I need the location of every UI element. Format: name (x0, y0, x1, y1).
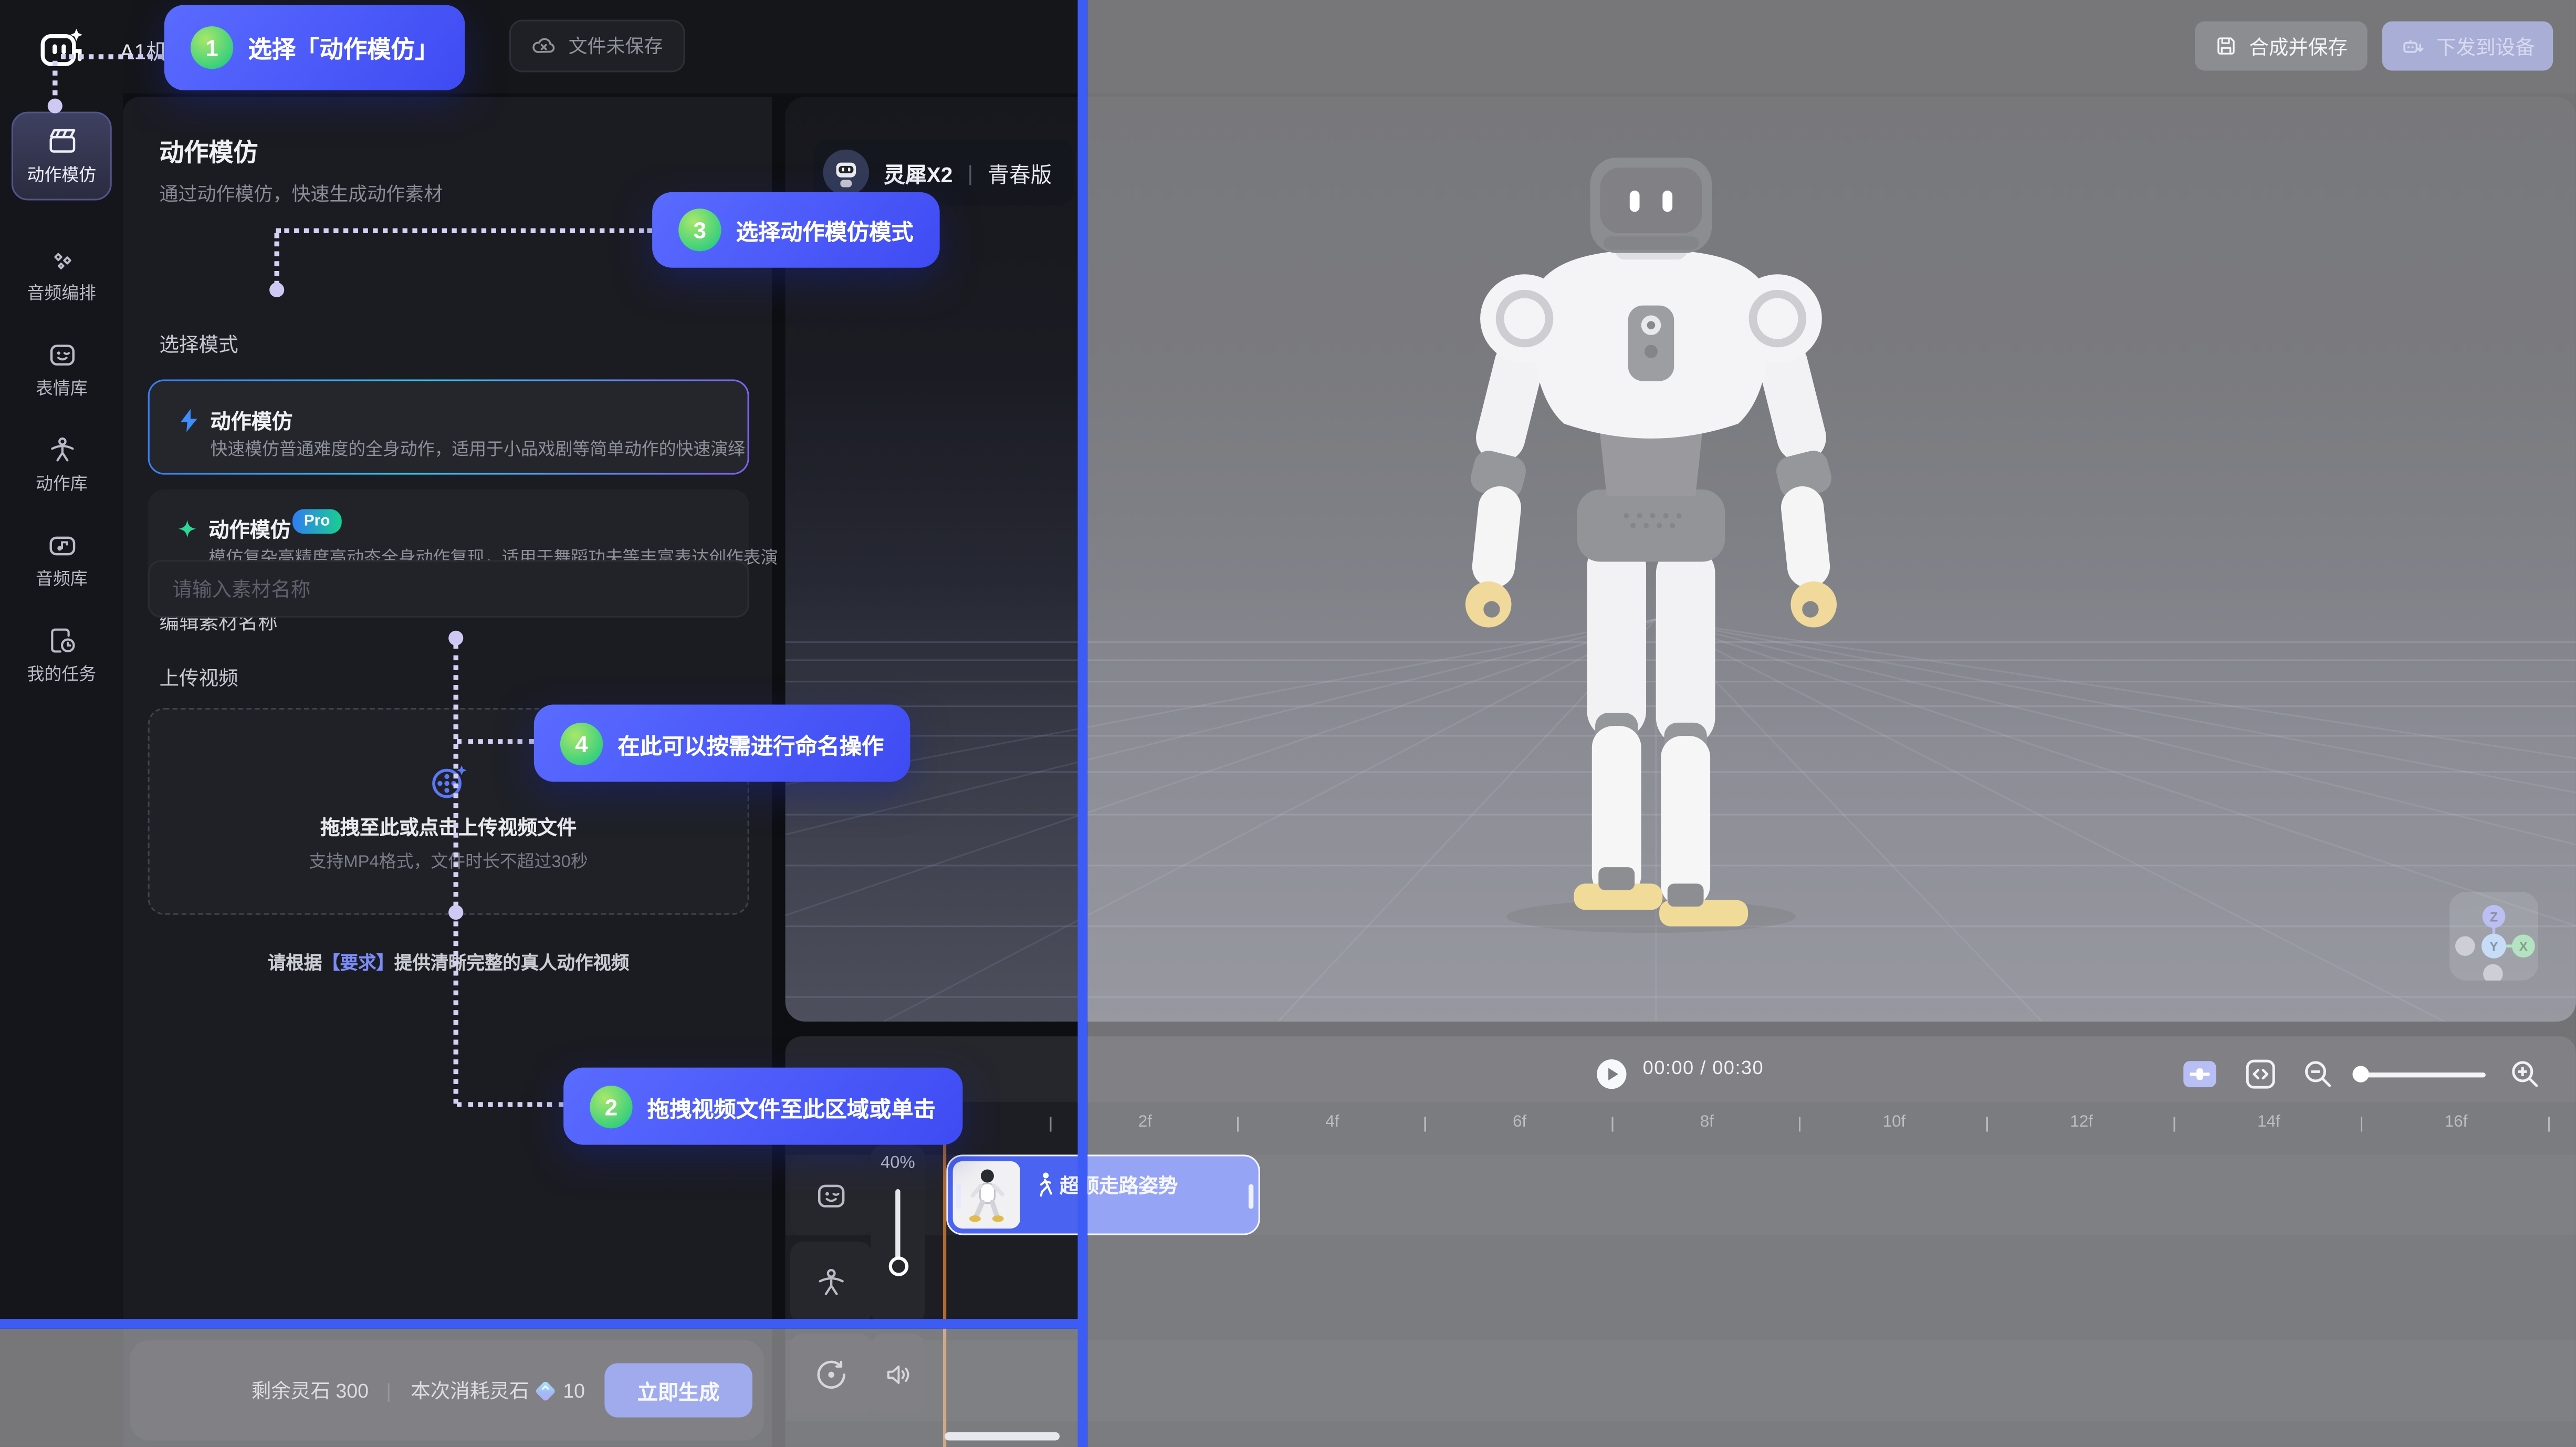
music-box-icon (45, 529, 78, 562)
upload-video-label: 上传视频 (159, 663, 238, 691)
model-name: 灵犀X2 (884, 157, 952, 188)
connector-upload-vertical (454, 644, 458, 1104)
upload-requirement-note: 请根据【要求】提供清晰完整的真人动作视频 (148, 949, 749, 975)
tooltip-step-number: 3 (678, 209, 721, 251)
tooltip-text: 选择「动作模仿」 (248, 30, 438, 65)
clapperboard-icon (45, 125, 78, 158)
body-track-button[interactable] (790, 1242, 872, 1324)
star-sparkle-icon (174, 516, 201, 542)
person-icon (45, 434, 78, 467)
tooltip-step-number: 1 (191, 26, 233, 69)
file-unsaved-label: 文件未保存 (569, 33, 663, 59)
mode-card-title: 动作模仿 (210, 404, 292, 435)
tooltip-text: 选择动作模仿模式 (736, 214, 914, 247)
task-clock-icon (45, 624, 78, 657)
mode-card-desc: 快速模仿普通难度的全身动作，适用于小品戏剧等简单动作的快速演绎 (210, 437, 745, 462)
sidebar-item-expression-library[interactable]: 表情库 (12, 325, 112, 414)
material-name-input[interactable] (148, 560, 749, 617)
robot-face-icon (45, 338, 78, 371)
sidebar-nav: 动作模仿 音频编排 表情库 动作库 (0, 93, 123, 1447)
cloud-x-icon (531, 33, 557, 59)
model-avatar (823, 150, 870, 196)
mode-card-standard[interactable]: 动作模仿 快速模仿普通难度的全身动作，适用于小品戏剧等简单动作的快速演绎 (148, 379, 749, 474)
tutorial-tooltip-1: 1 选择「动作模仿」 (164, 5, 465, 90)
sidebar-label: 动作库 (36, 471, 88, 496)
connector-name-horizontal (457, 739, 534, 744)
upload-sub-text: 支持MP4格式，文件时长不超过30秒 (150, 849, 748, 874)
sidebar-item-motion-imitation[interactable]: 动作模仿 (12, 112, 112, 201)
clip-left-handle[interactable] (956, 1184, 961, 1209)
connector-logo-horizontal (61, 54, 163, 59)
tooltip-text: 拖拽视频文件至此区域或单击 (647, 1090, 936, 1123)
panel-subtitle: 通过动作模仿，快速生成动作素材 (159, 181, 443, 207)
track-zoom-value: 40% (871, 1153, 925, 1173)
badge-divider: | (968, 160, 973, 185)
app-logo-robot-icon (39, 26, 83, 69)
walking-person-icon (1033, 1171, 1056, 1199)
expression-track-icon (813, 1177, 850, 1213)
track-zoom-slider-handle[interactable] (888, 1256, 908, 1276)
tutorial-guide-line-horizontal (0, 1319, 1077, 1328)
file-unsaved-button[interactable]: 文件未保存 (509, 20, 684, 72)
connector-dropzone-horizontal (457, 1102, 563, 1107)
expression-track-button[interactable] (790, 1154, 872, 1235)
requirement-link[interactable]: 【要求】 (322, 954, 394, 974)
sidebar-item-motion-library[interactable]: 动作库 (12, 421, 112, 509)
sidebar-item-audio-library[interactable]: 音频库 (12, 516, 112, 605)
lightning-icon (176, 408, 202, 434)
tooltip-step-number: 4 (560, 722, 603, 764)
sidebar-item-my-tasks[interactable]: 我的任务 (12, 611, 112, 700)
upload-main-text: 拖拽至此或点击上传视频文件 (150, 813, 748, 841)
sidebar-label: 表情库 (36, 376, 88, 401)
tutorial-tooltip-3: 3 选择动作模仿模式 (652, 192, 940, 268)
tutorial-dim-overlay-right (1087, 0, 2576, 1447)
body-track-icon (813, 1265, 850, 1301)
app-window: A1机 文件未保存 合成并保存 下发到设备 (0, 0, 2576, 1447)
sparkles-icon (45, 243, 78, 276)
sidebar-label: 音频库 (36, 567, 88, 591)
connector-mode-horizontal (276, 228, 652, 233)
track-zoom-panel: 40% (871, 1145, 925, 1324)
panel-title: 动作模仿 (159, 134, 258, 169)
track-zoom-slider[interactable] (895, 1189, 900, 1263)
tutorial-tooltip-2: 2 拖拽视频文件至此区域或单击 (563, 1068, 962, 1145)
project-title: A1机 (120, 35, 166, 66)
mode-select-label: 选择模式 (159, 330, 238, 358)
sidebar-label: 音频编排 (27, 281, 96, 306)
tooltip-text: 在此可以按需进行命名操作 (617, 727, 884, 760)
sidebar-label: 我的任务 (27, 662, 96, 686)
tutorial-guide-line-vertical (1077, 0, 1086, 1447)
sidebar-item-audio-arrange[interactable]: 音频编排 (12, 230, 112, 319)
sidebar-label: 动作模仿 (27, 163, 96, 188)
model-edition: 青春版 (988, 157, 1052, 188)
mode-card-title: 动作模仿 (208, 513, 290, 544)
tutorial-tooltip-4: 4 在此可以按需进行命名操作 (534, 705, 910, 782)
tutorial-dim-overlay-bottom (0, 1328, 1077, 1447)
pro-badge: Pro (292, 509, 341, 534)
film-reel-sparkle-icon (429, 762, 468, 801)
clip-thumbnail (953, 1160, 1020, 1227)
tooltip-step-number: 2 (590, 1085, 632, 1127)
connector-mode-vertical (274, 233, 278, 286)
